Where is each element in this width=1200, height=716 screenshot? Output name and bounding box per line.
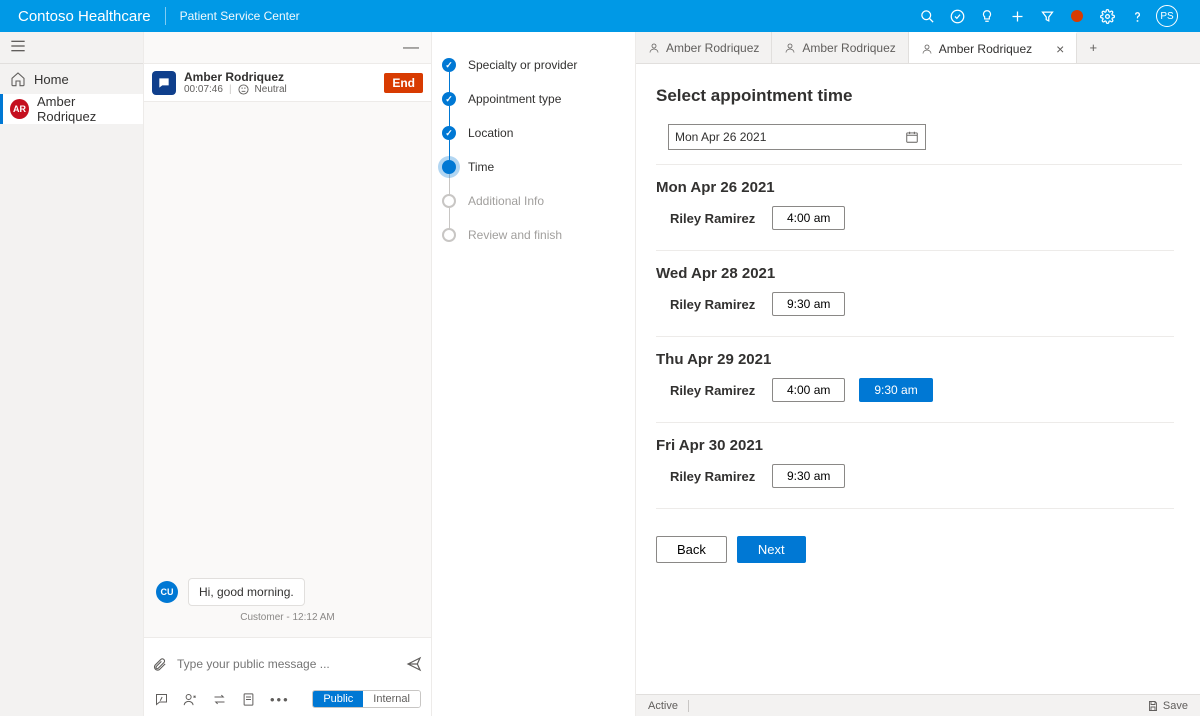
patient-avatar: AR — [10, 99, 29, 119]
add-tab-button[interactable]: + — [1077, 32, 1109, 63]
conversation-sentiment: Neutral — [255, 84, 287, 95]
quick-reply-icon[interactable] — [154, 692, 169, 707]
person-icon — [921, 43, 933, 55]
wizard-step-type[interactable]: Appointment type — [442, 82, 625, 116]
home-icon — [10, 71, 26, 87]
day-block: Thu Apr 29 2021 Riley Ramirez 4:00 am 9:… — [656, 337, 1174, 423]
timeslot-button[interactable]: 4:00 am — [772, 378, 845, 402]
visibility-toggle[interactable]: Public Internal — [312, 690, 421, 708]
filter-icon[interactable] — [1032, 0, 1062, 32]
content-panel: Amber Rodriquez Amber Rodriquez Amber Ro… — [636, 32, 1200, 716]
save-label[interactable]: Save — [1163, 700, 1188, 712]
end-button[interactable]: End — [384, 73, 423, 93]
day-block: Fri Apr 30 2021 Riley Ramirez 9:30 am — [656, 423, 1174, 509]
wizard-step-additional[interactable]: Additional Info — [442, 184, 625, 218]
day-block: Wed Apr 28 2021 Riley Ramirez 9:30 am — [656, 251, 1174, 337]
provider-name: Riley Ramirez — [670, 469, 758, 484]
tab-patient-2[interactable]: Amber Rodriquez × — [909, 32, 1078, 63]
back-button[interactable]: Back — [656, 536, 727, 563]
conversation-name: Amber Rodriquez — [184, 70, 287, 84]
brand-divider — [165, 7, 166, 25]
compose-input[interactable] — [177, 657, 395, 671]
conversation-body: CU Hi, good morning. Customer - 12:12 AM — [144, 102, 431, 637]
day-title: Mon Apr 26 2021 — [656, 179, 1174, 196]
customer-avatar: CU — [156, 581, 178, 603]
task-icon[interactable] — [942, 0, 972, 32]
close-tab-icon[interactable]: × — [1056, 41, 1064, 57]
person-icon — [648, 42, 660, 54]
calendar-icon — [905, 130, 919, 144]
tab-strip: Amber Rodriquez Amber Rodriquez Amber Ro… — [636, 32, 1200, 64]
hamburger-icon[interactable] — [10, 40, 26, 55]
transfer-icon[interactable] — [212, 692, 227, 707]
search-icon[interactable] — [912, 0, 942, 32]
consult-icon[interactable] — [183, 692, 198, 707]
step-pending-icon — [442, 228, 456, 242]
save-icon[interactable] — [1147, 700, 1159, 712]
day-title: Thu Apr 29 2021 — [656, 351, 1174, 368]
conversation-panel: — Amber Rodriquez 00:07:46 | Neutral End… — [144, 32, 432, 716]
message-bubble: Hi, good morning. — [188, 578, 305, 606]
left-rail: Home AR Amber Rodriquez — [0, 32, 144, 716]
timeslot-scroll[interactable]: Mon Apr 26 2021 Riley Ramirez 4:00 am We… — [656, 164, 1182, 522]
page-title: Select appointment time — [656, 86, 1182, 106]
step-done-icon — [442, 92, 456, 106]
provider-name: Riley Ramirez — [670, 383, 758, 398]
step-current-icon — [442, 160, 456, 174]
attach-icon[interactable] — [152, 656, 167, 673]
pill-internal[interactable]: Internal — [363, 691, 420, 707]
minimize-icon[interactable]: — — [403, 39, 419, 57]
tab-patient-0[interactable]: Amber Rodriquez — [636, 32, 772, 63]
pill-public[interactable]: Public — [313, 691, 363, 707]
brand-title: Contoso Healthcare — [18, 8, 151, 25]
conversation-header: Amber Rodriquez 00:07:46 | Neutral End — [144, 64, 431, 102]
sentiment-neutral-icon — [238, 84, 249, 95]
nav-home-label: Home — [34, 72, 69, 87]
gear-icon[interactable] — [1092, 0, 1122, 32]
nav-home[interactable]: Home — [0, 64, 143, 94]
timeslot-button-selected[interactable]: 9:30 am — [859, 378, 932, 402]
wizard-steps: Specialty or provider Appointment type L… — [432, 32, 636, 716]
persona-avatar[interactable]: PS — [1152, 0, 1182, 32]
tab-patient-1[interactable]: Amber Rodriquez — [772, 32, 908, 63]
wizard-step-review[interactable]: Review and finish — [442, 218, 625, 252]
timeslot-button[interactable]: 4:00 am — [772, 206, 845, 230]
top-bar: Contoso Healthcare Patient Service Cente… — [0, 0, 1200, 32]
notes-icon[interactable] — [241, 692, 256, 707]
wizard-step-time[interactable]: Time — [442, 150, 625, 184]
step-done-icon — [442, 126, 456, 140]
day-title: Wed Apr 28 2021 — [656, 265, 1174, 282]
more-icon[interactable]: ••• — [270, 692, 290, 707]
chat-channel-icon — [152, 71, 176, 95]
provider-name: Riley Ramirez — [670, 297, 758, 312]
lightbulb-icon[interactable] — [972, 0, 1002, 32]
step-pending-icon — [442, 194, 456, 208]
app-subtitle: Patient Service Center — [180, 9, 300, 23]
add-icon[interactable] — [1002, 0, 1032, 32]
conversation-timer: 00:07:46 — [184, 84, 223, 95]
wizard-step-specialty[interactable]: Specialty or provider — [442, 48, 625, 82]
nav-patient[interactable]: AR Amber Rodriquez — [0, 94, 143, 124]
status-bar: Active Save — [636, 694, 1200, 716]
day-block: Mon Apr 26 2021 Riley Ramirez 4:00 am — [656, 165, 1174, 251]
compose-area: ••• Public Internal — [144, 637, 431, 716]
status-text: Active — [648, 700, 678, 712]
date-picker-value: Mon Apr 26 2021 — [675, 130, 905, 144]
nav-patient-label: Amber Rodriquez — [37, 94, 133, 124]
message-timestamp: Customer - 12:12 AM — [156, 612, 419, 623]
day-title: Fri Apr 30 2021 — [656, 437, 1174, 454]
help-icon[interactable] — [1122, 0, 1152, 32]
date-picker[interactable]: Mon Apr 26 2021 — [668, 124, 926, 150]
send-icon[interactable] — [405, 656, 423, 672]
wizard-step-location[interactable]: Location — [442, 116, 625, 150]
recording-icon[interactable] — [1062, 0, 1092, 32]
person-icon — [784, 42, 796, 54]
step-done-icon — [442, 58, 456, 72]
timeslot-button[interactable]: 9:30 am — [772, 292, 845, 316]
provider-name: Riley Ramirez — [670, 211, 758, 226]
timeslot-button[interactable]: 9:30 am — [772, 464, 845, 488]
next-button[interactable]: Next — [737, 536, 806, 563]
